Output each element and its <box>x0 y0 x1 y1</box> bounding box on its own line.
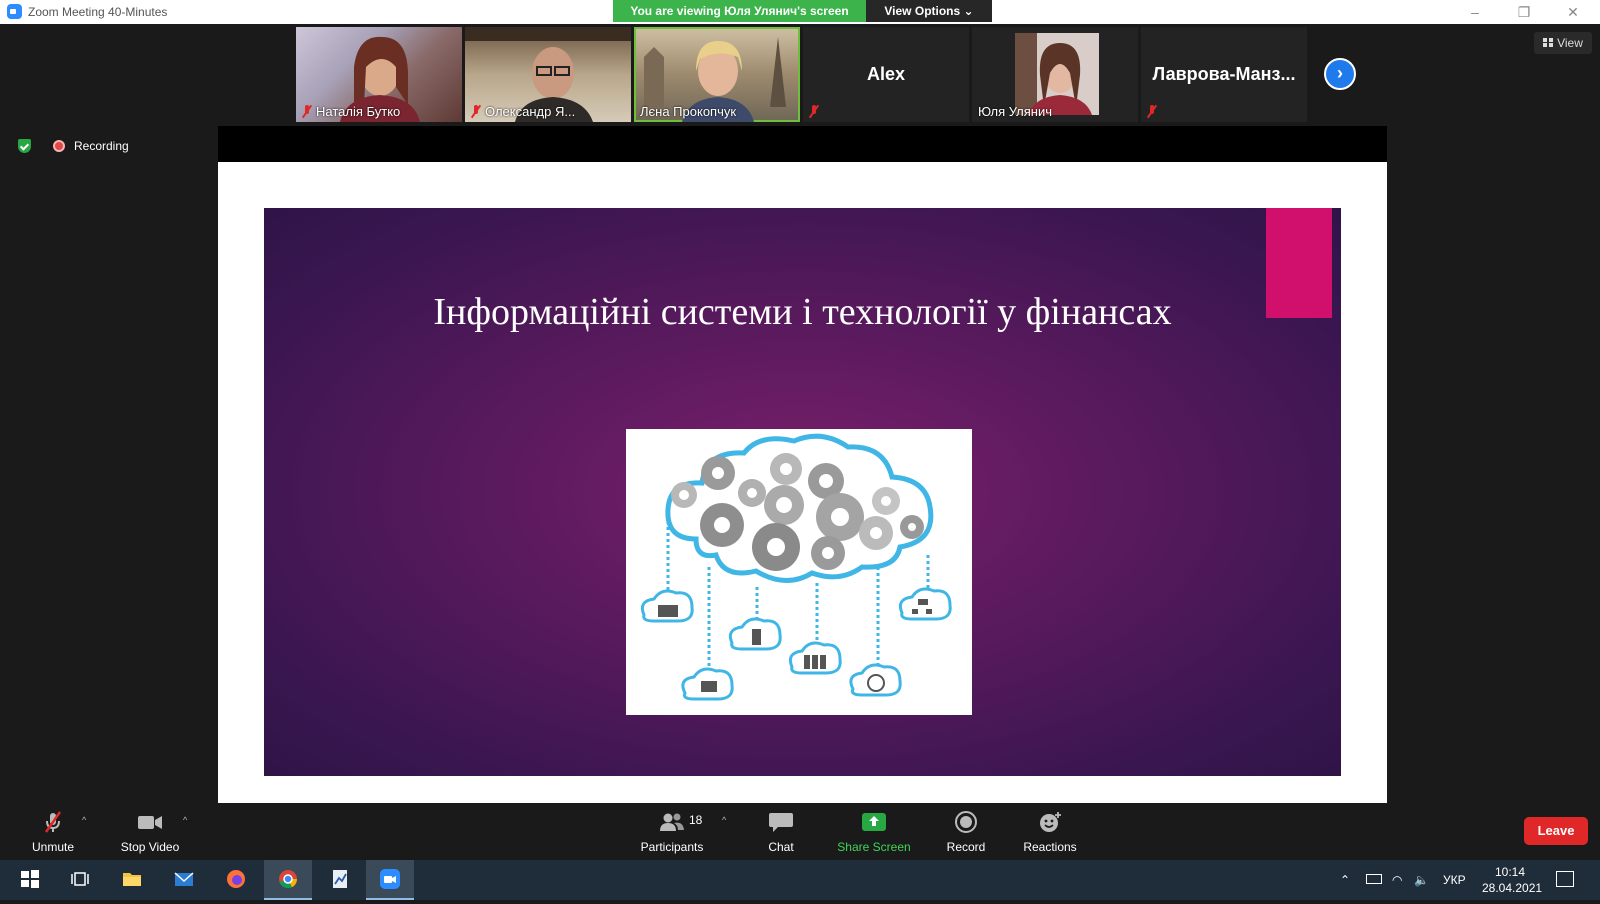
task-view-button[interactable] <box>56 860 104 900</box>
record-icon <box>955 811 977 833</box>
next-page-arrow-icon[interactable]: › <box>1324 58 1356 90</box>
windows-taskbar: ⌃ ◠ 🔈 УКР 10:14 28.04.2021 <box>0 860 1600 900</box>
share-screen-label: Share Screen <box>837 840 911 854</box>
clock[interactable]: 10:14 28.04.2021 <box>1482 864 1543 904</box>
presentation-background: Інформаційні системи і технології у фіна… <box>218 162 1387 803</box>
participant-tile[interactable]: Наталія Бутко <box>296 27 462 122</box>
presentation-slide: Інформаційні системи і технології у фіна… <box>264 208 1341 776</box>
muted-microphone-icon <box>1147 105 1157 118</box>
minimize-window-button[interactable]: – <box>1460 3 1490 21</box>
slide-title: Інформаційні системи і технології у фіна… <box>433 291 1172 333</box>
folder-icon <box>123 873 141 886</box>
start-button[interactable] <box>6 860 54 900</box>
participants-count: 18 <box>689 813 703 827</box>
language-indicator[interactable]: УКР <box>1443 860 1466 900</box>
participant-name-label: Лаврова-Манз... <box>1152 64 1296 84</box>
chat-label: Chat <box>768 840 794 854</box>
firefox-button[interactable] <box>212 860 260 900</box>
task-view-icon <box>71 872 89 886</box>
muted-microphone-icon <box>44 811 62 833</box>
muted-microphone-icon <box>302 105 312 118</box>
zoom-icon <box>380 869 400 889</box>
participant-name-label: Лєна Прокопчук <box>640 104 737 119</box>
file-explorer-button[interactable] <box>108 860 156 900</box>
view-layout-button[interactable]: View <box>1534 32 1592 54</box>
participant-tile[interactable]: Олександр Я... <box>465 27 631 122</box>
stop-video-label: Stop Video <box>120 840 180 854</box>
tray-expand-chevron-icon[interactable]: ⌃ <box>1340 860 1360 900</box>
security-shield-icon[interactable] <box>18 139 31 153</box>
unmute-button[interactable]: Unmute <box>28 811 78 854</box>
meeting-toolbar: Unmute ^ Stop Video ^ 18 Participants ^ … <box>0 803 1600 860</box>
record-label: Record <box>946 840 986 854</box>
unmute-label: Unmute <box>31 840 75 854</box>
battery-icon[interactable] <box>1366 874 1382 884</box>
video-options-caret-icon[interactable]: ^ <box>183 815 187 825</box>
participants-icon <box>660 813 684 831</box>
stop-video-button[interactable]: Stop Video <box>117 811 183 854</box>
chrome-button[interactable] <box>264 860 312 900</box>
clock-date: 28.04.2021 <box>1482 881 1543 895</box>
participant-name-label: Наталія Бутко <box>316 104 401 119</box>
chat-bubble-icon <box>769 813 793 832</box>
participant-tile[interactable]: Лаврова-Манз... <box>1141 27 1307 122</box>
document-app-button[interactable] <box>316 860 364 900</box>
audio-options-caret-icon[interactable]: ^ <box>82 815 86 825</box>
participant-name-label: Юля Улянич <box>978 104 1053 119</box>
reactions-label: Reactions <box>1023 840 1077 854</box>
close-window-button[interactable]: ✕ <box>1558 3 1588 21</box>
zoom-app-icon <box>7 4 22 19</box>
mail-button[interactable] <box>160 860 208 900</box>
recording-dot-icon <box>53 140 65 152</box>
firefox-icon <box>227 870 245 888</box>
slide-accent-tab <box>1266 208 1332 318</box>
participant-name: Наталія Бутко <box>302 103 400 119</box>
record-button[interactable]: Record <box>946 811 986 854</box>
participants-button[interactable]: 18 Participants <box>637 811 707 854</box>
clock-time: 10:14 <box>1494 865 1526 879</box>
grid-icon <box>1543 38 1554 47</box>
participant-tile-active-speaker[interactable]: Лєна Прокопчук <box>634 27 800 122</box>
chrome-icon <box>279 870 298 889</box>
participant-name-label: Alex <box>866 64 906 84</box>
window-title: Zoom Meeting 40-Minutes <box>28 5 168 19</box>
restore-window-button[interactable]: ❐ <box>1509 3 1539 21</box>
reactions-button[interactable]: Reactions <box>1022 811 1078 854</box>
participant-name <box>1147 103 1161 119</box>
wifi-icon[interactable]: ◠ <box>1392 860 1402 900</box>
video-camera-icon <box>138 816 162 829</box>
share-screen-button[interactable]: Share Screen <box>836 811 912 854</box>
muted-microphone-icon <box>471 105 481 118</box>
participant-tile[interactable]: Юля Улянич <box>972 27 1138 122</box>
smiley-reactions-icon <box>1040 812 1061 832</box>
cloud-gears-network-icon <box>626 429 972 715</box>
screen-share-banner: You are viewing Юля Улянич's screen <box>613 0 866 22</box>
shared-screen-area: Інформаційні системи і технології у фіна… <box>218 126 1387 803</box>
view-options-button[interactable]: View Options ⌄ <box>866 0 992 22</box>
participant-name-label: Олександр Я... <box>485 104 576 119</box>
volume-icon[interactable]: 🔈 <box>1414 860 1429 900</box>
chevron-down-icon: ⌄ <box>963 4 974 18</box>
participant-name: Олександр Я... <box>471 103 575 119</box>
title-bar: Zoom Meeting 40-Minutes You are viewing … <box>0 0 1600 24</box>
participant-name <box>809 103 823 119</box>
zoom-taskbar-button[interactable] <box>366 860 414 900</box>
participant-gallery-strip: Наталія Бутко Олександр Я... Лєна Прокоп… <box>0 24 1600 124</box>
chat-button[interactable]: Chat <box>766 811 796 854</box>
participants-options-caret-icon[interactable]: ^ <box>722 815 726 825</box>
view-label: View <box>1557 36 1583 50</box>
recording-label: Recording <box>74 139 129 153</box>
notifications-icon[interactable] <box>1556 871 1574 887</box>
participant-tile[interactable]: Alex <box>803 27 969 122</box>
document-chart-icon <box>333 870 347 888</box>
muted-microphone-icon <box>809 105 819 118</box>
participant-name: Лєна Прокопчук <box>640 104 736 119</box>
view-options-label: View Options <box>884 4 961 18</box>
participants-label: Participants <box>640 840 704 854</box>
participant-name: Юля Улянич <box>978 104 1052 119</box>
windows-logo-icon <box>21 870 39 888</box>
mail-envelope-icon <box>174 872 194 886</box>
share-screen-icon <box>862 813 886 831</box>
leave-meeting-button[interactable]: Leave <box>1524 817 1588 845</box>
